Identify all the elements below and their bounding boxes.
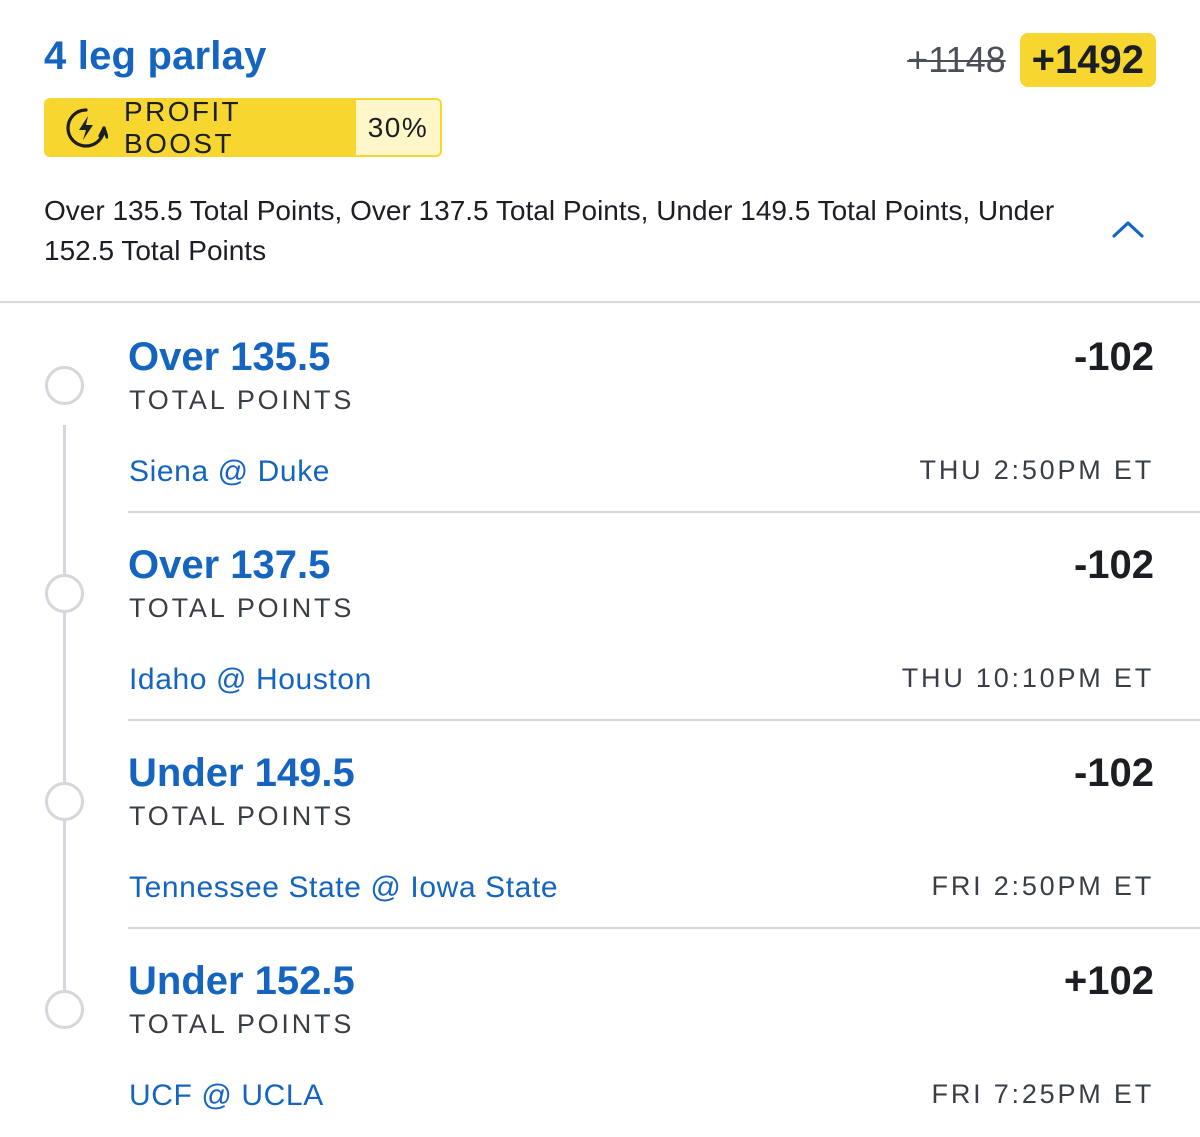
leg-item[interactable]: Under 149.5 TOTAL POINTS -102 Tennessee … [0, 721, 1200, 929]
profit-boost-main: PROFIT BOOST [46, 100, 356, 155]
original-odds: +1148 [907, 39, 1006, 80]
leg-time: THU 2:50PM ET [919, 455, 1154, 485]
parlay-odds: +1148 +1492 [907, 33, 1156, 87]
leg-market: TOTAL POINTS [129, 593, 355, 623]
leg-matchup[interactable]: UCF @ UCLA [129, 1079, 324, 1113]
profit-boost-badge: PROFIT BOOST 30% [44, 98, 442, 157]
lightning-bolt-icon [64, 106, 108, 150]
leg-pick: Under 149.5 [128, 751, 355, 795]
parlay-title: 4 leg parlay [44, 34, 267, 78]
leg-market: TOTAL POINTS [129, 801, 355, 831]
boosted-odds: +1492 [1019, 33, 1156, 87]
parlay-summary: Over 135.5 Total Points, Over 137.5 Tota… [44, 195, 1055, 266]
leg-status-circle [45, 990, 84, 1029]
leg-item[interactable]: Under 152.5 TOTAL POINTS +102 UCF @ UCLA… [0, 929, 1200, 1137]
leg-odds: -102 [1073, 751, 1154, 795]
leg-matchup[interactable]: Siena @ Duke [129, 455, 330, 489]
leg-pick: Under 152.5 [128, 959, 355, 1003]
leg-pick: Over 137.5 [128, 543, 331, 587]
chevron-up-icon[interactable] [1108, 214, 1148, 244]
profit-boost-percent: 30% [356, 100, 440, 155]
leg-odds: -102 [1073, 543, 1154, 587]
leg-matchup[interactable]: Idaho @ Houston [129, 663, 372, 697]
leg-market: TOTAL POINTS [129, 1009, 355, 1039]
leg-status-circle [45, 782, 84, 821]
leg-time: FRI 2:50PM ET [931, 871, 1154, 901]
leg-matchup[interactable]: Tennessee State @ Iowa State [129, 871, 558, 905]
leg-time: FRI 7:25PM ET [931, 1079, 1154, 1109]
leg-status-circle [45, 574, 84, 613]
leg-odds: -102 [1073, 335, 1154, 379]
leg-market: TOTAL POINTS [129, 385, 355, 415]
leg-time: THU 10:10PM ET [901, 663, 1154, 693]
leg-item[interactable]: Over 135.5 TOTAL POINTS -102 Siena @ Duk… [0, 305, 1200, 513]
leg-item[interactable]: Over 137.5 TOTAL POINTS -102 Idaho @ Hou… [0, 513, 1200, 721]
leg-pick: Over 135.5 [128, 335, 331, 379]
parlay-header[interactable]: 4 leg parlay +1148 +1492 PROFIT BOOST 30… [0, 0, 1200, 303]
leg-odds: +102 [1063, 959, 1154, 1003]
profit-boost-label: PROFIT BOOST [124, 98, 241, 157]
leg-status-circle [45, 366, 84, 405]
